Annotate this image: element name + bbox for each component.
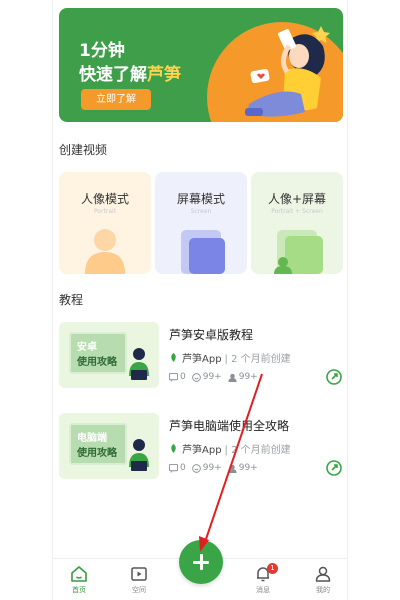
portrait-mode-card[interactable]: 人像模式 Portrait <box>59 172 151 274</box>
author-name: 芦笋App <box>182 354 222 365</box>
card-subtitle: Screen <box>190 208 212 215</box>
thumbnail-board: 电脑端 使用攻略 <box>69 423 127 465</box>
view-count: 99+ <box>238 463 258 473</box>
portrait-screen-icon <box>274 230 323 274</box>
tutorial-stats: 0 99+ 99+ <box>169 463 264 473</box>
banner-title-line1: 1分钟 <box>79 41 125 61</box>
like-icon <box>191 372 201 382</box>
card-title: 人像模式 <box>80 192 129 206</box>
leaf-icon <box>171 444 176 453</box>
nav-profile[interactable]: 我的 <box>303 565 343 595</box>
nav-label: 首页 <box>72 586 86 594</box>
learn-now-button[interactable]: 立即了解 <box>81 89 151 110</box>
view-count: 99+ <box>238 372 258 382</box>
tutorial-thumbnail: 电脑端 使用攻略 <box>59 413 159 479</box>
nav-label: 空间 <box>132 586 146 594</box>
share-icon[interactable] <box>325 459 343 477</box>
comment-icon <box>169 463 178 473</box>
card-subtitle: Portrait + Screen <box>271 208 323 215</box>
like-count: 99+ <box>202 372 222 382</box>
thumbnail-line1: 安卓 <box>77 342 97 353</box>
banner-illustration <box>245 26 330 117</box>
thumbnail-line1: 电脑端 <box>77 433 107 444</box>
like-icon <box>191 463 201 473</box>
leaf-icon <box>171 353 176 362</box>
nav-space[interactable]: 空间 <box>119 565 159 595</box>
card-subtitle: Portrait <box>93 208 117 215</box>
person-icon <box>315 566 331 582</box>
view-icon <box>228 373 237 382</box>
create-plus-button[interactable] <box>179 540 223 584</box>
tutorial-item[interactable]: 电脑端 使用攻略 芦笋电脑端使用全攻略 芦笋App | 2 个月前创建 0 99… <box>59 413 343 485</box>
nav-home[interactable]: 首页 <box>59 565 99 595</box>
create-video-heading: 创建视频 <box>59 143 108 157</box>
app-screen: 1分钟 快速了解芦笋 立即了解 创建视频 人像模式 Portrait 屏幕模式 … <box>52 0 348 600</box>
view-icon <box>228 464 237 473</box>
banner-title-line2: 快速了解芦笋 <box>79 60 181 85</box>
tutorial-stats: 0 99+ 99+ <box>169 372 264 382</box>
thumbnail-line2: 使用攻略 <box>77 357 117 368</box>
tutorial-title: 芦笋电脑端使用全攻略 <box>169 419 290 433</box>
banner-title-highlight: 芦笋 <box>147 65 181 85</box>
home-icon <box>71 566 87 582</box>
tutorial-heading: 教程 <box>59 293 84 307</box>
created-time: | 2 个月前创建 <box>224 354 291 365</box>
nav-messages[interactable]: 1 消息 <box>243 563 283 595</box>
portrait-screen-mode-card[interactable]: 人像+屏幕 Portrait + Screen <box>251 172 343 274</box>
tutorial-thumbnail: 安卓 使用攻略 <box>59 322 159 388</box>
presenter-illustration <box>129 439 149 471</box>
portrait-silhouette-icon <box>85 229 125 274</box>
comment-count: 0 <box>180 463 186 473</box>
created-time: | 2 个月前创建 <box>224 445 291 456</box>
nav-label: 消息 <box>256 586 270 594</box>
screen-mode-card[interactable]: 屏幕模式 Screen <box>155 172 247 274</box>
tutorial-item[interactable]: 安卓 使用攻略 芦笋安卓版教程 芦笋App | 2 个月前创建 0 99+ 99… <box>59 322 343 394</box>
promo-banner[interactable]: 1分钟 快速了解芦笋 立即了解 <box>59 8 343 122</box>
screen-device-icon <box>181 230 225 274</box>
nav-label: 我的 <box>316 586 330 594</box>
tutorial-title: 芦笋安卓版教程 <box>169 328 254 342</box>
thumbnail-line2: 使用攻略 <box>77 448 117 459</box>
comment-icon <box>169 372 178 382</box>
card-title: 屏幕模式 <box>176 192 225 206</box>
presenter-illustration <box>129 348 149 380</box>
like-count: 99+ <box>202 463 222 473</box>
author-name: 芦笋App <box>182 445 222 456</box>
thumbnail-board: 安卓 使用攻略 <box>69 332 127 374</box>
tutorial-author-row: 芦笋App | 2 个月前创建 <box>169 350 291 365</box>
card-title: 人像+屏幕 <box>267 192 327 206</box>
message-badge: 1 <box>267 563 278 574</box>
share-icon[interactable] <box>325 368 343 386</box>
comment-count: 0 <box>180 372 186 382</box>
video-space-icon <box>131 567 147 581</box>
tutorial-author-row: 芦笋App | 2 个月前创建 <box>169 441 291 456</box>
banner-title-prefix: 快速了解 <box>79 65 147 85</box>
